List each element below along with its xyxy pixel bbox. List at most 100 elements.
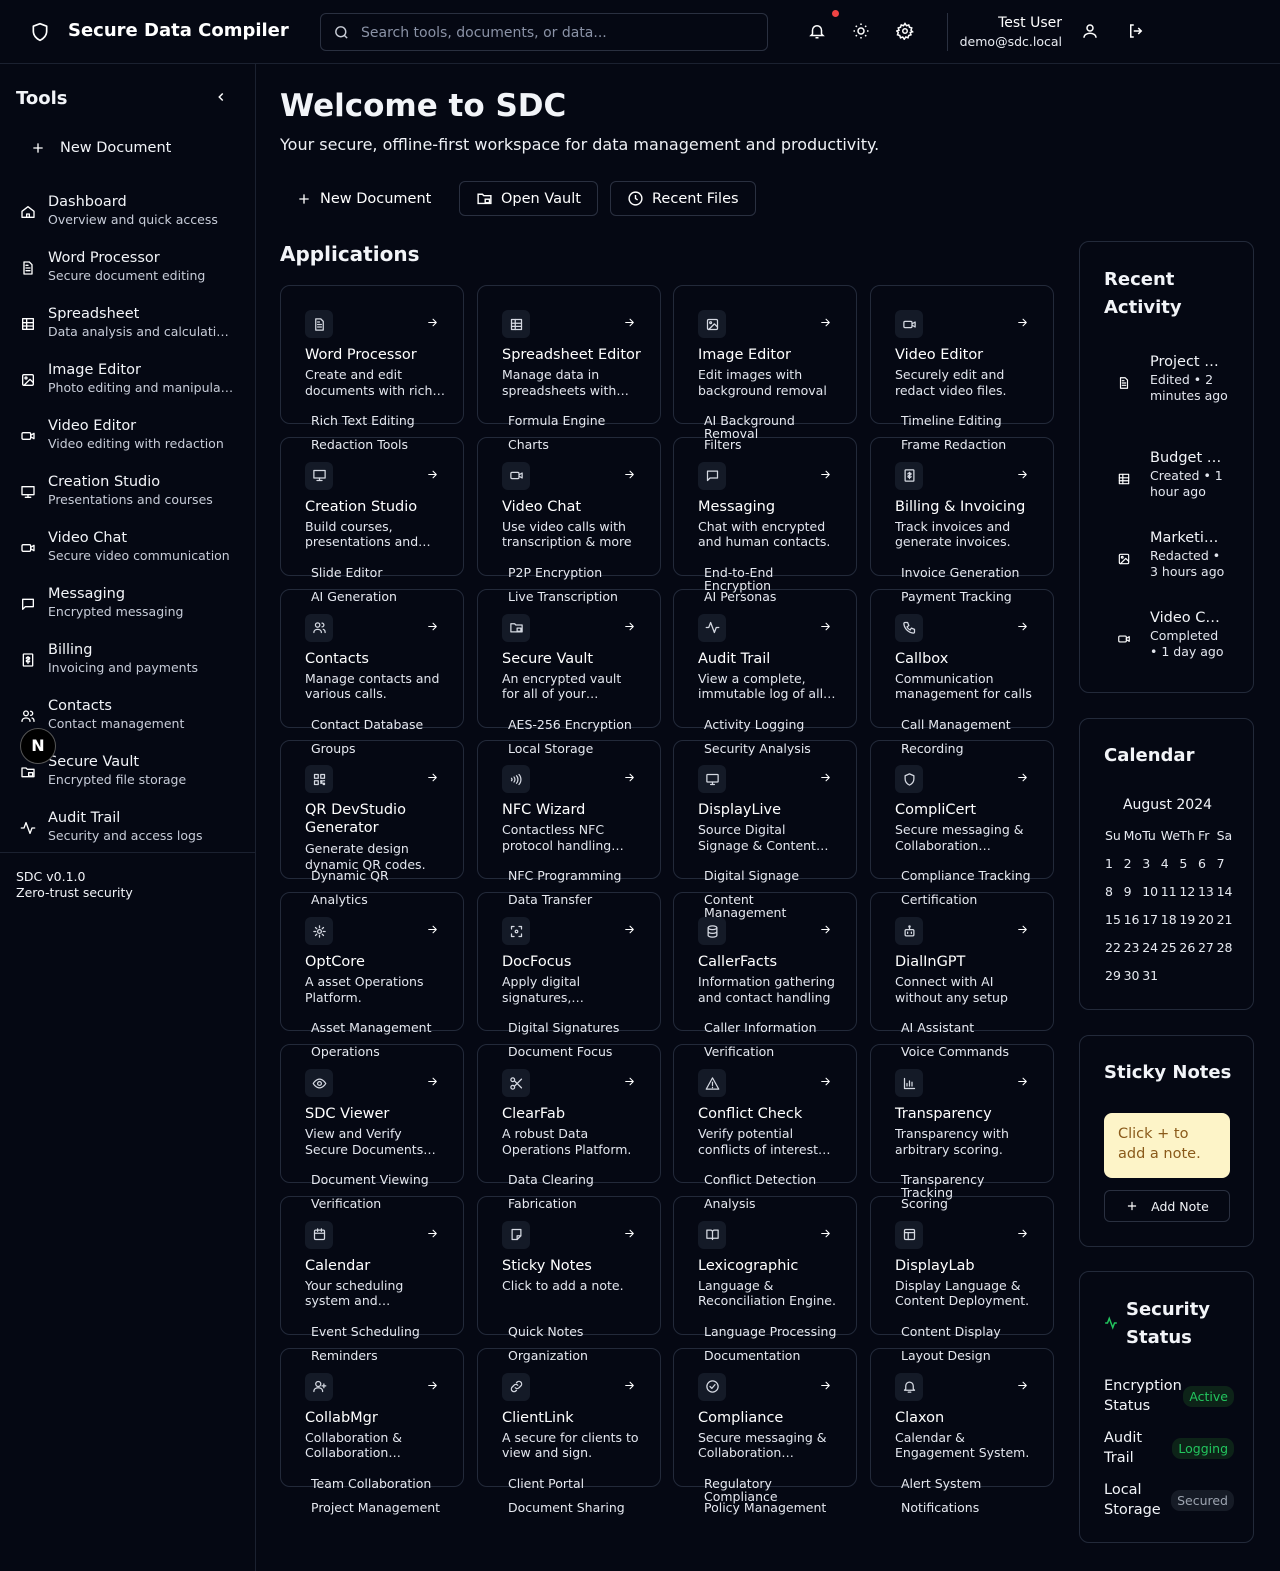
calendar-day[interactable]: 20 [1198,913,1217,941]
calendar-day[interactable]: 7 [1217,857,1236,885]
sidebar-item-spreadsheet[interactable]: Spreadsheet Data analysis and calculation… [16,306,240,358]
calendar-day[interactable]: 13 [1198,885,1217,913]
app-card-qr-devstudio-generator[interactable]: QR DevStudio Generator Generate design dy… [280,740,464,880]
app-card-spreadsheet-editor[interactable]: Spreadsheet Editor Manage data in spreads… [477,285,661,424]
arrow-right-icon [821,1229,830,1238]
sidebar-item-messaging[interactable]: Messaging Encrypted messaging [16,586,240,638]
app-card-lexicographic[interactable]: Lexicographic Language & Reconciliation E… [673,1195,857,1335]
calendar-day[interactable]: 24 [1142,941,1161,969]
avatar-bubble[interactable]: N [20,728,56,764]
calendar-day[interactable]: 4 [1161,857,1180,885]
search-box[interactable] [320,13,768,51]
app-card-sticky-notes[interactable]: Sticky Notes Click to add a note. [477,1195,661,1335]
calendar-day[interactable]: 6 [1198,857,1217,885]
calendar-day[interactable]: 19 [1179,913,1198,941]
app-card-nfc-wizard[interactable]: NFC Wizard Contactless NFC protocol handl… [477,740,661,880]
app-name: Lexicographic [698,1257,799,1274]
calendar-day[interactable]: 28 [1217,941,1236,969]
logout-icon[interactable] [1127,22,1145,40]
sidebar-item-billing[interactable]: Billing Invoicing and payments [16,642,240,694]
app-card-image-editor[interactable]: Image Editor Edit images with background … [673,285,857,424]
calendar-day[interactable]: 11 [1161,885,1180,913]
calendar-day[interactable]: 16 [1124,913,1143,941]
gear-icon[interactable] [896,22,914,40]
calendar-day[interactable]: 29 [1105,969,1124,997]
chevron-left-icon[interactable] [214,90,228,104]
calendar-day[interactable]: 21 [1217,913,1236,941]
calendar-day[interactable]: 14 [1217,885,1236,913]
calendar-day[interactable]: 17 [1142,913,1161,941]
app-card-complicert[interactable]: CompliCert Secure messaging & Collaborati… [870,740,1054,880]
sun-icon[interactable] [852,22,870,40]
sidebar-item-desc: Contact management [48,716,185,731]
app-card-secure-vault[interactable]: Secure Vault An encrypted vault for all o… [477,588,661,728]
app-card-claxon[interactable]: Claxon Calendar & Engagement System. [870,1347,1054,1487]
app-card-transparency[interactable]: Transparency Transparency with arbitrary … [870,1044,1054,1183]
app-card-compliance[interactable]: Compliance Secure messaging & Collaborati… [673,1347,857,1487]
eye-icon [312,1078,326,1088]
open-vault-button[interactable]: Open Vault [459,181,598,216]
calendar-day[interactable]: 12 [1179,885,1198,913]
calendar-day[interactable]: 5 [1179,857,1198,885]
sidebar-item-video-editor[interactable]: Video Editor Video editing with redaction [16,418,240,470]
folder-lock-icon [21,767,35,778]
search-input[interactable] [361,22,751,44]
calendar-day[interactable]: 31 [1142,969,1161,997]
bell-icon[interactable] [808,22,826,40]
app-card-displaylive[interactable]: DisplayLive Source Digital Signage & Cont… [673,740,857,880]
sidebar-item-dashboard[interactable]: Dashboard Overview and quick access [16,194,240,246]
calendar-day[interactable]: 25 [1161,941,1180,969]
app-card-callbox[interactable]: Callbox Communication management for call… [870,588,1054,728]
app-card-billing-invoicing[interactable]: Billing & Invoicing Track invoices and ge… [870,436,1054,576]
app-card-video-chat[interactable]: Video Chat Use video calls with transcrip… [477,436,661,576]
app-card-messaging[interactable]: Messaging Chat with encrypted and human c… [673,436,857,576]
sidebar-item-creation-studio[interactable]: Creation Studio Presentations and courses [16,474,240,526]
app-card-sdc-viewer[interactable]: SDC Viewer View and Verify Secure Documen… [280,1044,464,1183]
sidebar-item-image-editor[interactable]: Image Editor Photo editing and manipulati… [16,362,240,414]
app-card-displaylab[interactable]: DisplayLab Display Language & Content Dep… [870,1195,1054,1335]
app-card-clientlink[interactable]: ClientLink A secure for clients to view a… [477,1347,661,1487]
video-icon [1118,635,1130,643]
calendar-day[interactable]: 2 [1124,857,1143,885]
calendar-day[interactable]: 26 [1179,941,1198,969]
recent-activity-item[interactable]: Budget Sheet Created • 1 hour ago [1104,450,1234,520]
calendar-day[interactable]: 23 [1124,941,1143,969]
calendar-day[interactable]: 1 [1105,857,1124,885]
app-card-video-editor[interactable]: Video Editor Securely edit and redact vid… [870,285,1054,424]
calendar-day[interactable]: 22 [1105,941,1124,969]
app-card-contacts[interactable]: Contacts Manage contacts and various call… [280,588,464,728]
app-card-dialingpt[interactable]: DialInGPT Connect with AI without any set… [870,892,1054,1032]
new-document-action-button[interactable]: New Document [280,181,447,216]
app-card-clearfab[interactable]: ClearFab A robust Data Operations Platfor… [477,1044,661,1183]
app-card-collabmgr[interactable]: CollabMgr Collaboration & Collaboration m… [280,1347,464,1487]
app-card-docfocus[interactable]: DocFocus Apply digital signatures, docume… [477,892,661,1032]
new-document-button[interactable]: New Document [30,140,171,156]
recent-activity-item[interactable]: Marketing Image Redacted • 3 hours ago [1104,530,1234,600]
sidebar-item-secure-vault[interactable]: Secure Vault Encrypted file storage [16,754,240,806]
calendar-day[interactable]: 3 [1142,857,1161,885]
sidebar-item-video-chat[interactable]: Video Chat Secure video communication [16,530,240,582]
app-card-optcore[interactable]: OptCore A asset Operations Platform. [280,892,464,1032]
recent-files-button[interactable]: Recent Files [610,181,756,216]
arrow-right-icon [625,774,634,782]
app-card-conflict-check[interactable]: Conflict Check Verify potential conflicts… [673,1044,857,1183]
calendar-day[interactable]: 15 [1105,913,1124,941]
app-card-creation-studio[interactable]: Creation Studio Build courses, presentati… [280,436,464,576]
add-note-button[interactable]: Add Note [1104,1190,1230,1222]
app-description: A asset Operations Platform. [305,974,424,1005]
app-card-word-processor[interactable]: Word Processor Create and edit documents … [280,285,464,424]
calendar-day[interactable]: 8 [1105,885,1124,913]
app-card-audit-trail[interactable]: Audit Trail View a complete, immutable lo… [673,588,857,728]
recent-activity-item[interactable]: Project Proposal Edited • 2 minutes ago [1104,354,1234,424]
user-icon[interactable] [1081,22,1099,40]
calendar-day[interactable]: 18 [1161,913,1180,941]
calendar-day[interactable]: 10 [1142,885,1161,913]
calendar-day[interactable]: 30 [1124,969,1143,997]
calendar-day[interactable]: 9 [1124,885,1143,913]
calendar-day[interactable]: 27 [1198,941,1217,969]
app-name: Secure Vault [502,650,594,667]
sidebar-item-word-processor[interactable]: Word Processor Secure document editing [16,250,240,302]
recent-activity-item[interactable]: Video Call Completed • 1 day ago [1104,610,1234,680]
sticky-note[interactable]: Click + to add a note. [1104,1113,1230,1178]
app-card-calendar[interactable]: Calendar Your scheduling system and remin… [280,1195,464,1335]
